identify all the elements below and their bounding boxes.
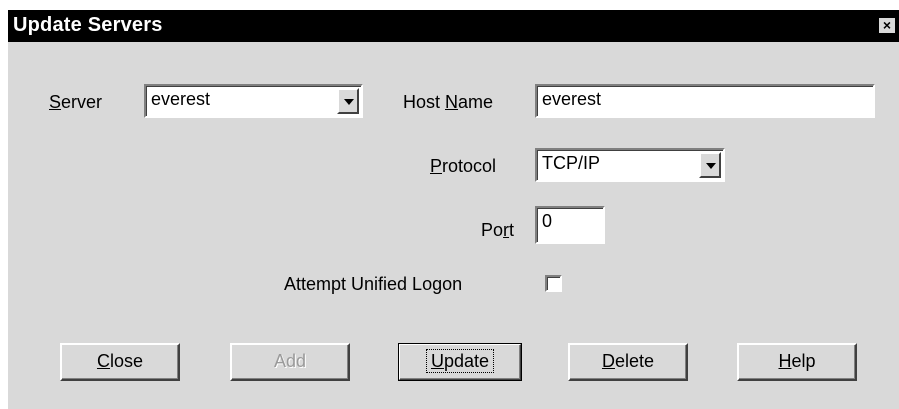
delete-button[interactable]: Delete	[568, 343, 688, 381]
protocol-label: Protocol	[430, 156, 497, 176]
server-label: Server	[49, 92, 103, 112]
add-button[interactable]: Add	[230, 343, 350, 381]
close-button[interactable]: Close	[60, 343, 180, 381]
protocol-select-value: TCP/IP	[542, 153, 601, 173]
update-button[interactable]: Update	[398, 343, 522, 381]
chevron-down-icon[interactable]	[699, 152, 721, 178]
update-button-focus: Update	[425, 349, 495, 373]
port-label: Port	[481, 220, 515, 240]
chevron-down-icon[interactable]	[337, 88, 359, 114]
close-icon[interactable]: ×	[879, 18, 895, 33]
unified-logon-checkbox[interactable]	[545, 275, 562, 292]
title-bar[interactable]: Update Servers ×	[8, 10, 899, 42]
window-title: Update Servers	[13, 14, 163, 36]
host-name-label: Host Name	[403, 92, 494, 112]
host-name-field[interactable]: everest	[535, 84, 875, 118]
help-button[interactable]: Help	[737, 343, 857, 381]
server-select[interactable]: everest	[144, 84, 363, 118]
unified-logon-label: Attempt Unified Logon	[284, 274, 463, 294]
server-select-value: everest	[151, 89, 211, 109]
host-name-value: everest	[542, 89, 602, 109]
port-field[interactable]: 0	[535, 206, 605, 244]
port-value: 0	[542, 211, 553, 231]
protocol-select[interactable]: TCP/IP	[535, 148, 725, 182]
update-servers-dialog: Update Servers × Server everest Host Nam…	[8, 10, 899, 409]
